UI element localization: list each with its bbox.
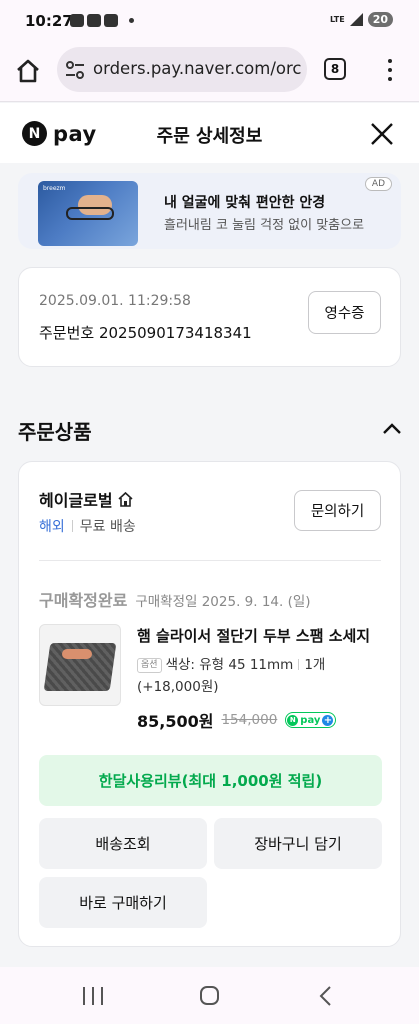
order-info-card: 2025.09.01. 11:29:58 주문번호 20250901734183…	[18, 267, 401, 367]
home-nav-icon[interactable]	[200, 986, 219, 1005]
ad-banner[interactable]: breezm 내 얼굴에 맞춰 편안한 안경 흘러내림 코 눌림 걱정 없이 맞…	[18, 173, 401, 249]
page-header: N pay 주문 상세정보	[0, 103, 419, 163]
browser-toolbar: orders.pay.naver.com/orc 8	[0, 40, 419, 102]
section-title-ordered-products: 주문상품	[18, 420, 92, 444]
app-icon	[104, 14, 118, 27]
seller-name[interactable]: 헤이글로벌	[39, 487, 134, 511]
voicemail-icon	[87, 14, 101, 27]
buy-now-button[interactable]: 바로 구매하기	[39, 877, 207, 928]
status-bar: 10:27 LTE 20	[0, 0, 419, 40]
signal-icon	[349, 13, 363, 26]
status-time: 10:27	[25, 12, 73, 30]
chevron-up-icon[interactable]	[381, 421, 403, 437]
address-bar[interactable]: orders.pay.naver.com/orc	[57, 47, 307, 92]
price: 85,500원	[137, 712, 214, 731]
add-to-cart-button[interactable]: 장바구니 담기	[214, 818, 382, 869]
confirm-date: 구매확정일 2025. 9. 14. (일)	[135, 594, 311, 610]
option-text: 색상: 유형 45 11mm	[165, 657, 294, 673]
home-icon[interactable]	[14, 57, 42, 85]
product-card: 헤이글로벌 해외 무료 배송 문의하기 구매확정완료 구매확정일 2025. 9…	[18, 461, 401, 947]
shipping-label: 무료 배송	[79, 519, 136, 535]
network-type: LTE	[329, 15, 345, 24]
ad-image: breezm	[38, 181, 138, 246]
more-menu-icon[interactable]	[384, 57, 396, 83]
ad-badge: AD	[364, 177, 392, 191]
ad-subtitle: 흘러내림 코 눌림 걱정 없이 맞춤으로	[164, 218, 365, 233]
url-text[interactable]: orders.pay.naver.com/orc	[93, 59, 301, 78]
product-options: 옵션 색상: 유형 45 11mm 1개 (+18,000원)	[137, 654, 382, 698]
original-price: 154,000	[221, 712, 278, 728]
order-date: 2025.09.01. 11:29:58	[39, 293, 191, 309]
order-number: 주문번호 2025090173418341	[39, 324, 252, 342]
back-icon[interactable]	[317, 985, 335, 1007]
monthly-review-button[interactable]: 한달사용리뷰(최대 1,000원 적립)	[39, 755, 382, 806]
status-label: 구매확정완료	[39, 591, 128, 610]
price-row: 85,500원 154,000 N pay +	[137, 708, 337, 732]
ad-title: 내 얼굴에 맞춰 편안한 안경	[164, 195, 326, 211]
seller-meta: 해외 무료 배송	[39, 516, 136, 536]
product-name[interactable]: 햄 슬라이서 절단기 두부 스팸 소세지	[137, 625, 382, 646]
more-notifications-icon	[129, 18, 134, 23]
ad-image-brand: breezm	[43, 185, 66, 192]
purchase-status-row: 구매확정완료 구매확정일 2025. 9. 14. (일)	[39, 587, 311, 611]
notification-icons	[70, 14, 134, 27]
divider	[39, 560, 381, 561]
overseas-label: 해외	[39, 519, 65, 535]
site-settings-icon[interactable]	[65, 60, 85, 80]
receipt-button[interactable]: 영수증	[308, 291, 381, 334]
option-badge: 옵션	[137, 658, 162, 673]
page-title: 주문 상세정보	[156, 126, 263, 147]
order-detail-page: N pay 주문 상세정보 breezm 내 얼굴에 맞춰 편안한 안경 흘러내…	[0, 103, 419, 967]
talk-icon	[70, 14, 84, 27]
tab-switcher-button[interactable]: 8	[324, 58, 346, 80]
inquiry-button[interactable]: 문의하기	[294, 490, 381, 531]
system-nav-bar	[0, 967, 419, 1024]
npay-plus-badge: N pay +	[285, 712, 337, 728]
close-icon[interactable]	[370, 122, 394, 146]
recent-apps-icon[interactable]	[83, 987, 103, 1005]
track-delivery-button[interactable]: 배송조회	[39, 818, 207, 869]
product-thumbnail[interactable]	[39, 624, 121, 706]
store-home-icon	[118, 491, 133, 507]
battery-level: 20	[367, 12, 393, 27]
